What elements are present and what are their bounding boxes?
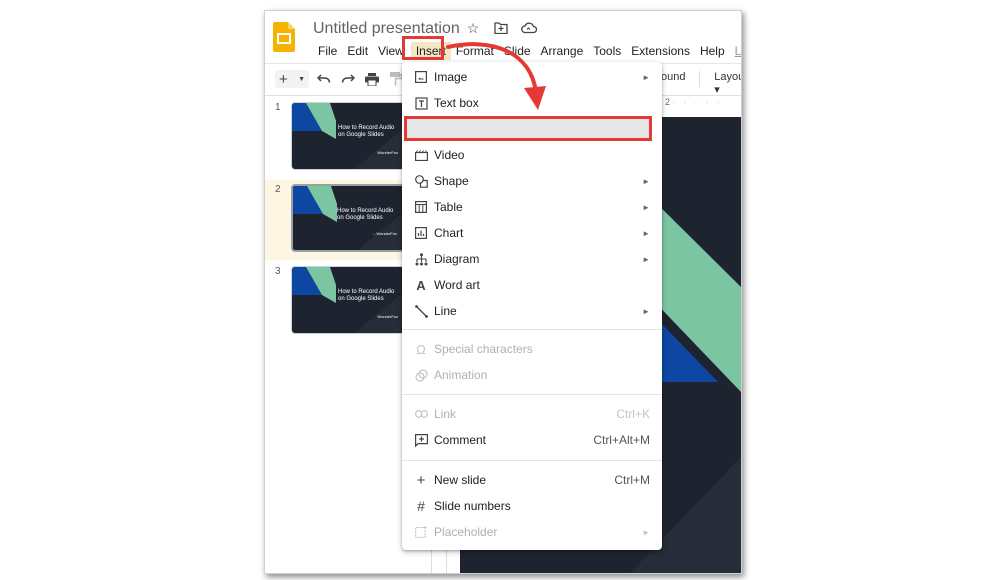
slide-thumbnail[interactable]: How to Record Audio on Google Slides – W…	[291, 184, 409, 252]
cloud-status-icon[interactable]	[521, 20, 537, 36]
slide-thumbnail[interactable]: How to Record Audio on Google Slides Won…	[291, 102, 409, 170]
slide-title-text: How to Record Audio on Google Slides	[337, 208, 394, 221]
menu-item-link[interactable]: Link Ctrl+K	[402, 401, 662, 427]
insert-highlight-box	[402, 36, 444, 60]
menu-slide[interactable]: Slide	[499, 42, 536, 60]
menu-divider	[402, 460, 662, 461]
menu-divider	[402, 329, 662, 330]
undo-icon	[317, 74, 331, 83]
menu-item-comment[interactable]: Comment Ctrl+Alt+M	[402, 427, 662, 453]
word-art-icon: A	[416, 277, 426, 293]
ruler-mark: 2	[665, 97, 671, 107]
menu-last-edit[interactable]: L	[730, 42, 741, 60]
toolbar: + ▼	[275, 68, 405, 90]
menu-item-text-box[interactable]: Text box	[402, 90, 662, 116]
redo-button[interactable]	[339, 70, 357, 88]
hash-icon: #	[417, 498, 425, 514]
audio-highlight-box	[404, 116, 652, 141]
move-to-folder-icon[interactable]	[493, 20, 509, 36]
undo-button[interactable]	[315, 70, 333, 88]
print-button[interactable]	[363, 70, 381, 88]
omega-icon: Ω	[416, 341, 426, 357]
star-icon[interactable]: ☆	[465, 20, 481, 36]
slide-filmstrip: 1 How to Record Audio on Google Slides W…	[265, 96, 410, 573]
slide-number: 2	[275, 184, 281, 195]
shortcut-label: Ctrl+K	[616, 407, 650, 421]
shape-icon	[414, 174, 428, 188]
menu-item-new-slide[interactable]: + New slide Ctrl+M	[402, 467, 662, 493]
menubar: File Edit View Insert Format Slide Arran…	[313, 42, 741, 60]
diagram-icon	[414, 252, 428, 266]
slides-logo-icon[interactable]	[273, 22, 295, 52]
plus-icon: +	[279, 70, 288, 88]
layout-button[interactable]: Layout ▾	[714, 71, 741, 96]
menu-item-line[interactable]: Line ►	[402, 298, 662, 324]
submenu-arrow-icon: ►	[642, 228, 650, 238]
menu-tools[interactable]: Tools	[588, 42, 626, 60]
submenu-arrow-icon: ►	[642, 527, 650, 537]
slide-thumbnail-row[interactable]: 3 How to Record Audio on Google Slides W…	[265, 262, 410, 342]
slide-thumbnail-row[interactable]: 1 How to Record Audio on Google Slides W…	[265, 98, 410, 178]
submenu-arrow-icon: ►	[642, 254, 650, 264]
paint-format-icon	[390, 72, 402, 86]
menu-item-diagram[interactable]: Diagram ►	[402, 246, 662, 272]
submenu-arrow-icon: ►	[642, 306, 650, 316]
menu-help[interactable]: Help	[695, 42, 730, 60]
divider	[699, 71, 701, 87]
chevron-down-icon: ▼	[298, 75, 305, 83]
image-icon	[414, 70, 428, 84]
slide-thumbnail-row-selected[interactable]: 2 How to Record Audio on Google Slides –…	[265, 180, 410, 260]
menu-item-shape[interactable]: Shape ►	[402, 168, 662, 194]
plus-icon: +	[416, 471, 426, 489]
menu-item-table[interactable]: Table ►	[402, 194, 662, 220]
slide-title-text: How to Record Audio on Google Slides	[338, 289, 395, 302]
menu-file[interactable]: File	[313, 42, 342, 60]
slide-signature: WonderFox	[377, 150, 398, 155]
video-icon	[414, 148, 428, 162]
slide-signature: – WonderFox	[373, 231, 397, 236]
menu-item-word-art[interactable]: A Word art	[402, 272, 662, 298]
menu-item-video[interactable]: Video	[402, 142, 662, 168]
comment-icon	[414, 433, 428, 447]
redo-icon	[341, 74, 355, 83]
menu-divider	[402, 394, 662, 395]
submenu-arrow-icon: ►	[642, 202, 650, 212]
background-button[interactable]: ound	[661, 71, 685, 96]
menu-item-placeholder[interactable]: Placeholder ►	[402, 519, 662, 545]
slide-number: 1	[275, 102, 281, 113]
shortcut-label: Ctrl+M	[614, 473, 650, 487]
submenu-arrow-icon: ►	[642, 72, 650, 82]
menu-item-chart[interactable]: Chart ►	[402, 220, 662, 246]
new-slide-button[interactable]: + ▼	[275, 70, 309, 88]
menu-item-slide-numbers[interactable]: # Slide numbers	[402, 493, 662, 519]
menu-arrange[interactable]: Arrange	[536, 42, 589, 60]
shortcut-label: Ctrl+Alt+M	[593, 433, 650, 447]
table-icon	[414, 200, 428, 214]
menu-item-image[interactable]: Image ►	[402, 64, 662, 90]
line-icon	[414, 304, 428, 318]
text-box-icon	[414, 96, 428, 110]
toolbar-right: ound Layout ▾	[661, 71, 741, 96]
menu-item-animation[interactable]: Animation	[402, 362, 662, 388]
chart-icon	[414, 226, 428, 240]
slide-thumbnail[interactable]: How to Record Audio on Google Slides Won…	[291, 266, 409, 334]
link-icon	[414, 407, 428, 421]
menu-extensions[interactable]: Extensions	[626, 42, 695, 60]
animation-icon	[414, 368, 428, 382]
menu-format[interactable]: Format	[451, 42, 499, 60]
ruler: 2 ·····	[665, 97, 728, 107]
slide-signature: WonderFox	[377, 314, 398, 319]
slide-title-text: How to Record Audio on Google Slides	[338, 125, 395, 138]
slide-number: 3	[275, 266, 281, 277]
print-icon	[365, 72, 379, 86]
menu-edit[interactable]: Edit	[342, 42, 373, 60]
submenu-arrow-icon: ►	[642, 176, 650, 186]
menu-item-special-characters[interactable]: Ω Special characters	[402, 336, 662, 362]
placeholder-icon	[414, 525, 428, 539]
